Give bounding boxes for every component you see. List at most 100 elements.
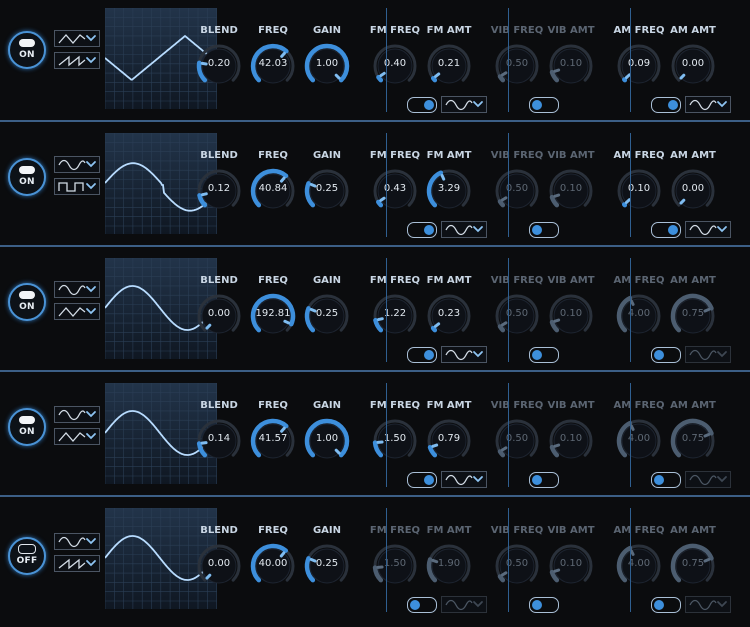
am-enable-toggle[interactable]	[651, 222, 681, 238]
am-freq-value: 4.00	[627, 308, 651, 319]
fm-amt-value: 1.90	[437, 558, 461, 569]
fm-wave-select[interactable]	[441, 96, 487, 113]
power-toggle-button[interactable]: ON	[8, 31, 46, 69]
blend-value: 0.14	[207, 433, 231, 444]
gain-value: 1.00	[315, 433, 339, 444]
toggle-knob-icon	[654, 475, 664, 485]
oscillator-row: ON BLEND 0.12 FREQ 40.84 GAIN 0.25 FM FREQ 0.43 F…	[0, 125, 750, 250]
power-label: ON	[19, 50, 35, 60]
fm-freq-value: 1.22	[383, 308, 407, 319]
section-divider	[508, 133, 509, 237]
wave-a-select[interactable]	[54, 281, 100, 298]
section-divider	[508, 258, 509, 362]
fm-wave-select[interactable]	[441, 596, 487, 613]
saw-wave-icon	[58, 558, 86, 570]
power-toggle-button[interactable]: ON	[8, 408, 46, 446]
fm-freq-value: 0.40	[383, 58, 407, 69]
section-divider	[386, 258, 387, 362]
sine-wave-icon	[689, 99, 717, 111]
section-divider	[508, 8, 509, 112]
power-toggle-button[interactable]: ON	[8, 283, 46, 321]
sine-wave-icon	[58, 159, 86, 171]
fm-enable-toggle[interactable]	[407, 222, 437, 238]
toggle-knob-icon	[532, 225, 542, 235]
fm-enable-toggle[interactable]	[407, 472, 437, 488]
saw-wave-icon	[58, 55, 86, 67]
sine-wave-icon	[445, 349, 473, 361]
am-wave-select[interactable]	[685, 96, 731, 113]
sine-wave-icon	[689, 349, 717, 361]
power-toggle-button[interactable]: OFF	[8, 537, 46, 575]
am-amt-value: 0.00	[681, 183, 705, 194]
am-wave-select[interactable]	[685, 221, 731, 238]
section-divider	[630, 8, 631, 112]
wave-b-select[interactable]	[54, 52, 100, 69]
toggle-knob-icon	[424, 475, 434, 485]
toggle-knob-icon	[654, 600, 664, 610]
synth-oscillator-panel: ON BLEND 0.20 FREQ 42.03 GAIN 1.00 FM FREQ 0.40 F…	[0, 0, 750, 627]
toggle-knob-icon	[424, 350, 434, 360]
blend-value: 0.00	[207, 308, 231, 319]
wave-b-select[interactable]	[54, 303, 100, 320]
vib-amt-value: 0.10	[559, 308, 583, 319]
blend-value: 0.00	[207, 558, 231, 569]
am-enable-toggle[interactable]	[651, 597, 681, 613]
fm-enable-toggle[interactable]	[407, 597, 437, 613]
vib-enable-toggle[interactable]	[529, 222, 559, 238]
wave-a-select[interactable]	[54, 533, 100, 550]
section-divider	[630, 258, 631, 362]
fm-amt-value: 3.29	[437, 183, 461, 194]
toggle-knob-icon	[424, 225, 434, 235]
power-indicator-icon	[18, 544, 36, 554]
am-enable-toggle[interactable]	[651, 472, 681, 488]
row-divider	[0, 495, 750, 497]
fm-wave-select[interactable]	[441, 221, 487, 238]
vib-freq-value: 0.50	[505, 308, 529, 319]
gain-value: 1.00	[315, 58, 339, 69]
freq-value: 40.84	[258, 183, 288, 194]
am-enable-toggle[interactable]	[651, 347, 681, 363]
wave-a-select[interactable]	[54, 156, 100, 173]
am-wave-select[interactable]	[685, 596, 731, 613]
toggle-knob-icon	[424, 100, 434, 110]
am-enable-toggle[interactable]	[651, 97, 681, 113]
row-divider	[0, 120, 750, 122]
am-amt-value: 0.75	[681, 308, 705, 319]
fm-wave-select[interactable]	[441, 346, 487, 363]
section-divider	[508, 508, 509, 612]
sine-wave-icon	[445, 474, 473, 486]
am-wave-select[interactable]	[685, 471, 731, 488]
power-indicator-icon	[19, 39, 35, 47]
wave-b-select[interactable]	[54, 178, 100, 195]
wave-a-select[interactable]	[54, 30, 100, 47]
vib-freq-value: 0.50	[505, 433, 529, 444]
vib-enable-toggle[interactable]	[529, 97, 559, 113]
fm-wave-select[interactable]	[441, 471, 487, 488]
fm-amt-value: 0.21	[437, 58, 461, 69]
triangle-wave-icon	[58, 307, 86, 317]
sine-wave-icon	[445, 599, 473, 611]
fm-enable-toggle[interactable]	[407, 97, 437, 113]
power-label: ON	[19, 302, 35, 312]
am-freq-value: 0.09	[627, 58, 651, 69]
am-amt-label: AM AMT	[670, 525, 716, 536]
row-divider	[0, 370, 750, 372]
section-divider	[386, 133, 387, 237]
triangle-wave-icon	[58, 34, 86, 44]
am-freq-value: 4.00	[627, 433, 651, 444]
vib-enable-toggle[interactable]	[529, 597, 559, 613]
power-label: ON	[19, 177, 35, 187]
oscillator-row: ON BLEND 0.14 FREQ 41.57 GAIN 1.00 FM FREQ 1.50 F…	[0, 375, 750, 500]
power-toggle-button[interactable]: ON	[8, 158, 46, 196]
am-wave-select[interactable]	[685, 346, 731, 363]
wave-a-select[interactable]	[54, 406, 100, 423]
vib-freq-value: 0.50	[505, 183, 529, 194]
vib-enable-toggle[interactable]	[529, 347, 559, 363]
wave-b-select[interactable]	[54, 428, 100, 445]
am-amt-label: AM AMT	[670, 150, 716, 161]
wave-b-select[interactable]	[54, 555, 100, 572]
vib-enable-toggle[interactable]	[529, 472, 559, 488]
fm-enable-toggle[interactable]	[407, 347, 437, 363]
sine-wave-icon	[58, 409, 86, 421]
toggle-knob-icon	[654, 350, 664, 360]
